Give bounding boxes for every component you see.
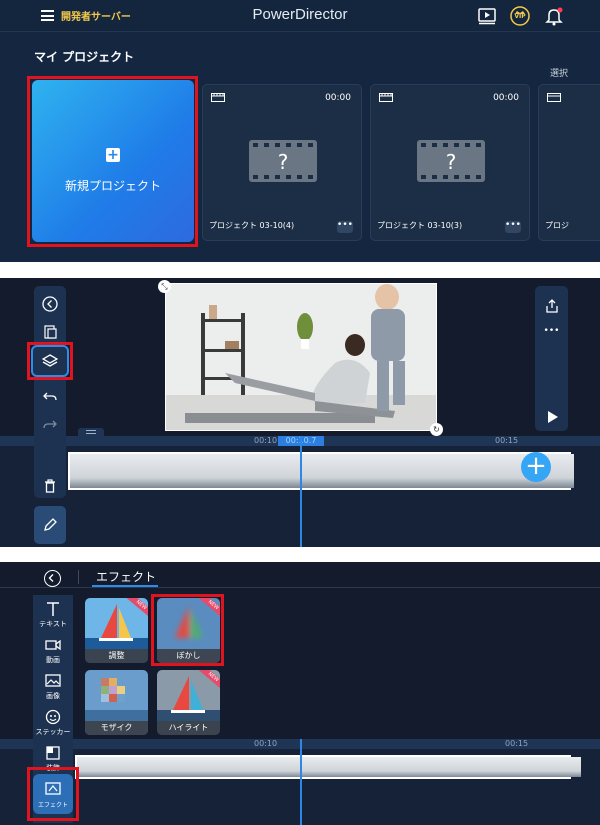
ruler-label: 00:10 bbox=[254, 739, 278, 748]
ruler-label: 00:10 bbox=[254, 436, 278, 445]
effects-screen: エフェクト 00:10 00:15 テキスト 動画 画像 ステッカー 装飾 エフ… bbox=[0, 562, 600, 825]
section-title: マイ プロジェクト bbox=[34, 50, 135, 64]
highlight-box bbox=[27, 76, 198, 247]
highlight-box bbox=[27, 342, 73, 380]
unknown-thumbnail-icon: ? bbox=[417, 140, 485, 182]
top-bar: 開発者サーバー PowerDirector VIP bbox=[0, 0, 600, 32]
video-icon bbox=[45, 639, 61, 651]
highlight-box bbox=[151, 594, 224, 666]
menu-item-label: ステッカー bbox=[35, 728, 71, 736]
tutorial-video-icon[interactable] bbox=[477, 6, 497, 26]
project-card[interactable]: プロジ bbox=[538, 84, 600, 241]
project-duration: 00:00 bbox=[493, 93, 519, 103]
media-library-icon[interactable] bbox=[42, 324, 58, 340]
select-button[interactable]: 選択 bbox=[550, 66, 568, 79]
timeline-drag-handle[interactable] bbox=[78, 428, 104, 436]
menu-item-sticker[interactable]: ステッカー bbox=[33, 709, 73, 737]
more-options-icon[interactable]: ••• bbox=[535, 326, 568, 336]
svg-text:?: ? bbox=[278, 150, 289, 174]
vip-label: VIP bbox=[514, 13, 526, 20]
back-icon[interactable] bbox=[42, 296, 58, 312]
undo-icon[interactable] bbox=[42, 390, 58, 406]
unknown-thumbnail-icon: ? bbox=[249, 140, 317, 182]
video-clip-track[interactable] bbox=[68, 452, 574, 490]
filmstrip-icon bbox=[211, 93, 225, 102]
ruler-label: 00:15 bbox=[495, 436, 519, 445]
menu-item-label: テキスト bbox=[39, 620, 67, 628]
selection-frame bbox=[165, 283, 437, 431]
edit-button[interactable] bbox=[34, 506, 66, 544]
filmstrip-icon bbox=[379, 93, 393, 102]
resize-handle-icon[interactable]: ⤡ bbox=[158, 280, 171, 293]
project-duration: 00:00 bbox=[325, 93, 351, 103]
effect-label: ハイライト bbox=[157, 721, 220, 735]
project-name: プロジ bbox=[545, 221, 569, 230]
add-media-button[interactable]: + bbox=[521, 452, 551, 482]
sticker-icon bbox=[45, 709, 61, 725]
more-options-icon[interactable]: ••• bbox=[337, 221, 353, 233]
playhead[interactable] bbox=[300, 436, 302, 547]
filmstrip-icon bbox=[547, 93, 561, 102]
image-icon bbox=[45, 674, 61, 687]
playhead[interactable] bbox=[300, 739, 302, 825]
right-toolbar: ••• bbox=[535, 286, 568, 431]
my-projects-screen: 開発者サーバー PowerDirector VIP マイ プロジェクト 選択 +… bbox=[0, 0, 600, 262]
effect-label: 調整 bbox=[85, 649, 148, 663]
pencil-icon bbox=[44, 518, 57, 531]
effect-card-adjust[interactable]: NEW 調整 bbox=[85, 598, 148, 663]
delete-icon[interactable] bbox=[42, 478, 58, 494]
effect-label: モザイク bbox=[85, 721, 148, 735]
text-icon bbox=[47, 602, 59, 616]
menu-item-image[interactable]: 画像 bbox=[33, 673, 73, 701]
rotate-handle-icon[interactable]: ↻ bbox=[430, 423, 443, 436]
menu-item-video[interactable]: 動画 bbox=[33, 637, 73, 665]
effect-card-mosaic[interactable]: モザイク bbox=[85, 670, 148, 735]
project-name: プロジェクト 03-10(4) bbox=[209, 221, 295, 230]
editor-screen: 00:10 00:10.7 00:15 bbox=[0, 278, 600, 547]
video-clip-track[interactable] bbox=[75, 755, 581, 779]
back-icon[interactable] bbox=[44, 570, 61, 587]
decoration-icon bbox=[46, 746, 60, 760]
more-options-icon[interactable]: ••• bbox=[505, 221, 521, 233]
project-card[interactable]: 00:00 ? プロジェクト 03-10(4) ••• bbox=[202, 84, 362, 241]
svg-text:?: ? bbox=[446, 150, 457, 174]
play-icon[interactable] bbox=[545, 410, 559, 424]
effect-card-highlight[interactable]: NEW ハイライト bbox=[157, 670, 220, 735]
notification-bell-icon[interactable] bbox=[544, 6, 564, 26]
active-tab-indicator bbox=[92, 585, 158, 587]
ruler-label: 00:15 bbox=[505, 739, 529, 748]
highlight-box bbox=[27, 767, 79, 821]
menu-item-label: 動画 bbox=[46, 656, 60, 664]
menu-item-text[interactable]: テキスト bbox=[33, 601, 73, 629]
tab-effect[interactable]: エフェクト bbox=[96, 568, 156, 585]
share-icon[interactable] bbox=[544, 298, 560, 314]
left-toolbar bbox=[34, 286, 66, 498]
project-card[interactable]: 00:00 ? プロジェクト 03-10(3) ••• bbox=[370, 84, 530, 241]
redo-icon[interactable] bbox=[42, 418, 58, 434]
project-name: プロジェクト 03-10(3) bbox=[377, 221, 463, 230]
menu-item-label: 画像 bbox=[46, 692, 60, 700]
